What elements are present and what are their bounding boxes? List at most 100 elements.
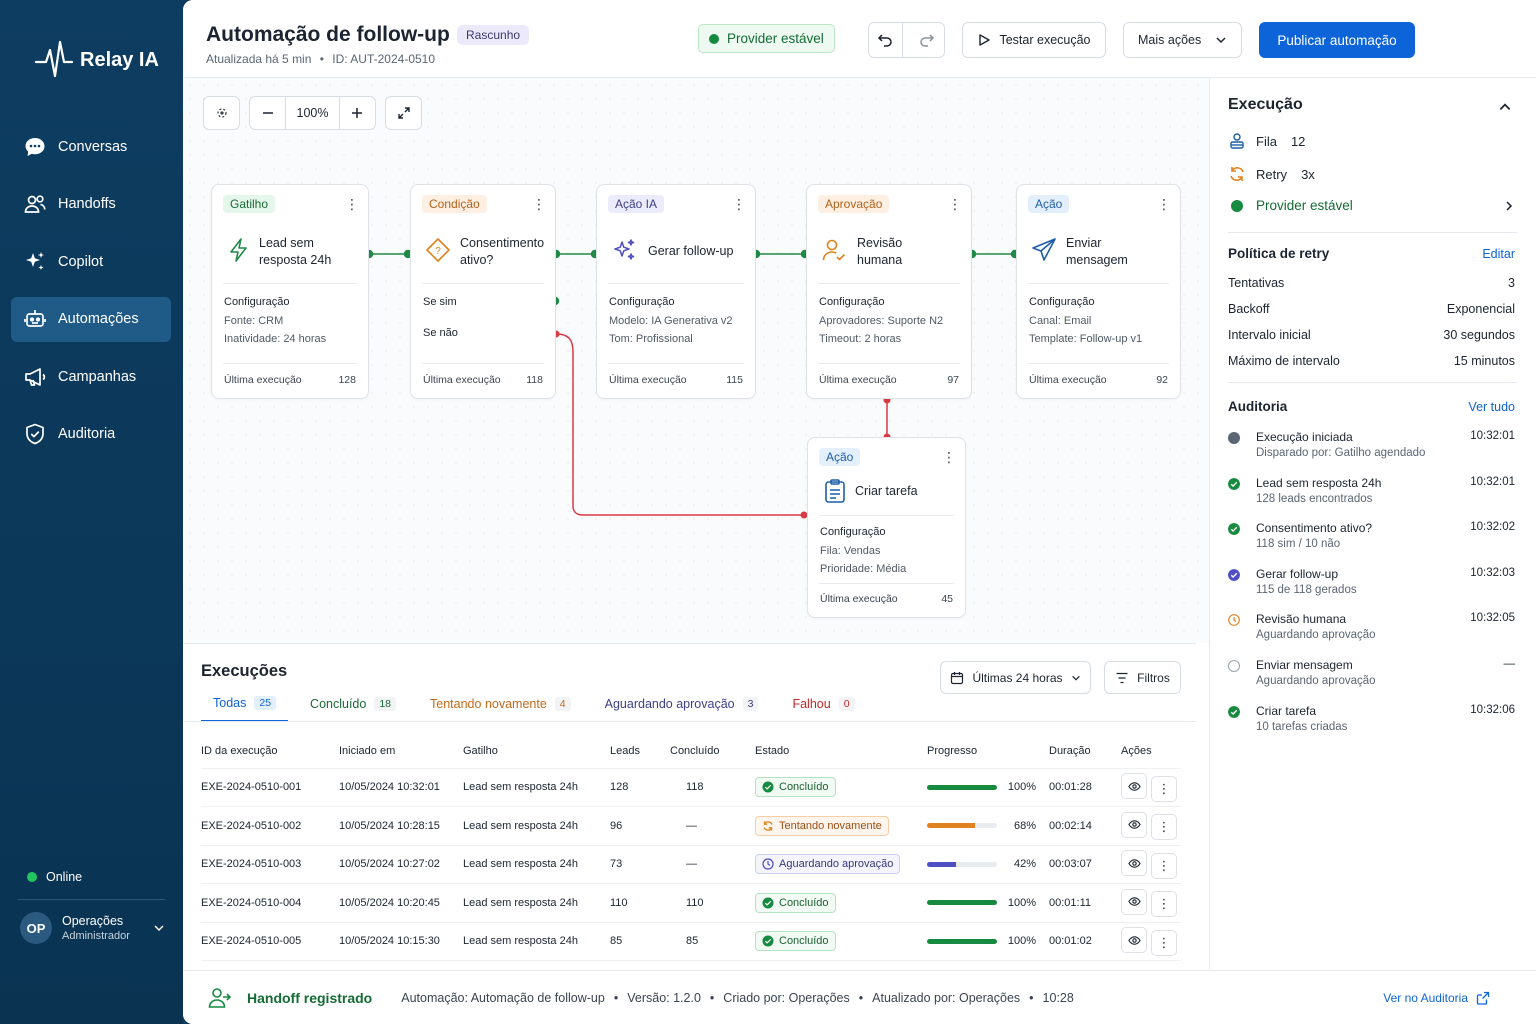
brand-logo[interactable]: Relay IA bbox=[34, 38, 159, 82]
row-menu-button[interactable]: ⋮ bbox=[1151, 891, 1177, 917]
check-circle-icon bbox=[1228, 705, 1240, 718]
chevron-up-icon[interactable] bbox=[1498, 100, 1512, 114]
test-execution-button[interactable]: Testar execução bbox=[962, 22, 1106, 58]
node-config: Configuração Fila: Vendas Prioridade: Médi… bbox=[820, 526, 907, 575]
filters-label: Filtros bbox=[1137, 670, 1170, 685]
audit-link[interactable]: Ver no Auditoria bbox=[1383, 991, 1490, 1005]
eye-icon bbox=[1127, 935, 1141, 945]
flow-canvas[interactable]: 100% Gatilho ⋮ Lead sem resposta 24h Con… bbox=[183, 78, 1209, 643]
audit-item[interactable]: Criar tarefa 10 tarefas criadas 10:32:06 bbox=[1228, 704, 1515, 744]
row-menu-button[interactable]: ⋮ bbox=[1151, 814, 1177, 840]
redo-button[interactable] bbox=[911, 23, 944, 57]
audit-item[interactable]: Revisão humana Aguardando aprovação 10:32:… bbox=[1228, 612, 1515, 652]
play-icon bbox=[979, 34, 991, 46]
audit-item[interactable]: Execução iniciada Disparado por: Gatilho … bbox=[1228, 430, 1515, 470]
refresh-icon bbox=[1230, 167, 1244, 181]
view-button[interactable] bbox=[1121, 773, 1147, 799]
main-area: Automação de follow-up Rascunho Atualiza… bbox=[183, 0, 1536, 1024]
publish-button[interactable]: Publicar automação bbox=[1259, 22, 1415, 58]
tab-2[interactable]: Tentando novamente 4 bbox=[418, 694, 583, 722]
cell-id: EXE-2024-0510-003 bbox=[201, 845, 339, 884]
cell-state: Concluído bbox=[755, 768, 927, 807]
cell-actions: ⋮ bbox=[1121, 883, 1181, 923]
audit-detail: Aguardando aprovação bbox=[1256, 629, 1376, 642]
nav-item-automacoes[interactable]: Automações bbox=[11, 296, 171, 342]
cell-leads: 96 bbox=[610, 806, 670, 846]
nav-label: Handoffs bbox=[58, 196, 116, 212]
tab-3[interactable]: Aguardando aprovação 3 bbox=[593, 694, 771, 722]
see-all-audit-link[interactable]: Ver tudo bbox=[1468, 400, 1515, 414]
row-menu-button[interactable]: ⋮ bbox=[1151, 775, 1177, 802]
tab-0[interactable]: Todas 25 bbox=[201, 694, 289, 722]
executions-table: ID da execução Iniciado em Gatilho Leads Con… bbox=[201, 734, 1181, 961]
column-header: Duração bbox=[1049, 734, 1121, 769]
view-button[interactable] bbox=[1121, 850, 1147, 876]
audit-item[interactable]: Lead sem resposta 24h 128 leads encontrad… bbox=[1228, 476, 1515, 516]
audit-item[interactable]: Consentimento ativo? 118 sim / 10 não 10:3… bbox=[1228, 521, 1515, 561]
flow-node-condition[interactable]: Condição ⋮ ? Consentimento ativo? Se sim … bbox=[410, 184, 556, 399]
table-row[interactable]: EXE-2024-0510-003 10/05/2024 10:27:02 Lead… bbox=[201, 845, 1181, 884]
table-row[interactable]: EXE-2024-0510-005 10/05/2024 10:15:30 Lead… bbox=[201, 922, 1181, 961]
audit-time: 10:32:05 bbox=[1470, 612, 1515, 625]
user-menu[interactable]: OP Operações Administrador bbox=[20, 912, 165, 944]
node-config: Configuração Canal: Email Template: Follow… bbox=[1029, 296, 1143, 345]
check-circle-icon bbox=[762, 897, 774, 909]
view-button[interactable] bbox=[1121, 888, 1147, 915]
flow-node-approval[interactable]: Aprovação ⋮ Revisão humana Configuração Ap… bbox=[806, 184, 972, 399]
node-menu-button[interactable]: ⋮ bbox=[732, 197, 746, 211]
flow-node-trigger[interactable]: Gatilho ⋮ Lead sem resposta 24h Configura… bbox=[211, 184, 369, 399]
table-row[interactable]: EXE-2024-0510-004 10/05/2024 10:20:45 Lead… bbox=[201, 883, 1181, 923]
node-menu-button[interactable]: ⋮ bbox=[1157, 197, 1171, 211]
separator: • bbox=[613, 990, 619, 1005]
nav-item-conversas[interactable]: Conversas bbox=[11, 124, 171, 169]
node-menu-button[interactable]: ⋮ bbox=[948, 197, 962, 211]
tab-label: Concluído bbox=[310, 697, 367, 711]
progress-fill bbox=[927, 784, 997, 790]
tab-count: 4 bbox=[554, 697, 571, 711]
flow-node-create-task[interactable]: Ação ⋮ Criar tarefa Configuração Fila: Ve… bbox=[807, 437, 966, 618]
audit-item[interactable]: Enviar mensagem Aguardando aprovação — bbox=[1228, 658, 1515, 698]
nav-item-handoffs[interactable]: Handoffs bbox=[11, 182, 171, 227]
flow-node-ai-action[interactable]: Ação IA ⋮ Gerar follow-up Configuração Mo… bbox=[596, 184, 756, 399]
nav-item-copilot[interactable]: Copilot bbox=[11, 239, 171, 284]
cell-progress: 42% bbox=[927, 845, 1049, 884]
online-status: Online bbox=[27, 870, 82, 884]
time-range-dropdown[interactable]: Últimas 24 horas bbox=[940, 661, 1091, 694]
more-actions-dropdown[interactable]: Mais ações bbox=[1123, 22, 1242, 58]
table-row[interactable]: EXE-2024-0510-002 10/05/2024 10:28:15 Lead… bbox=[201, 806, 1181, 846]
user-check-icon bbox=[822, 239, 846, 261]
chat-bubble-icon bbox=[25, 137, 45, 156]
nav-item-campanhas[interactable]: Campanhas bbox=[11, 354, 171, 399]
view-button[interactable] bbox=[1121, 927, 1147, 953]
online-label: Online bbox=[46, 870, 83, 884]
undo-button[interactable] bbox=[869, 23, 903, 57]
page-title: Automação de follow-up bbox=[206, 23, 450, 46]
node-menu-button[interactable]: ⋮ bbox=[345, 197, 359, 211]
divider bbox=[819, 583, 954, 584]
tab-count: 18 bbox=[374, 697, 397, 711]
row-menu-button[interactable]: ⋮ bbox=[1151, 852, 1177, 879]
provider-status-badge: Provider estável bbox=[698, 24, 835, 53]
provider-row[interactable]: Provider estável bbox=[1228, 198, 1515, 213]
retry-row: Retry 3x bbox=[1228, 165, 1315, 183]
edit-policy-link[interactable]: Editar bbox=[1482, 247, 1515, 261]
clipboard-icon bbox=[825, 479, 845, 503]
column-header: ID da execução bbox=[201, 734, 339, 769]
nav-item-auditoria[interactable]: Auditoria bbox=[11, 412, 171, 457]
audit-item[interactable]: Gerar follow-up 115 de 118 gerados 10:32:0… bbox=[1228, 567, 1515, 607]
progress-bar bbox=[927, 900, 997, 906]
main-nav: Conversas Handoffs Copilot Automações Ca… bbox=[11, 124, 171, 469]
eye-icon bbox=[1127, 897, 1141, 906]
tab-1[interactable]: Concluído 18 bbox=[298, 694, 408, 722]
queue-value: 12 bbox=[1290, 133, 1306, 149]
filters-button[interactable]: Filtros bbox=[1104, 661, 1181, 694]
cell-leads: 110 bbox=[610, 883, 670, 923]
node-menu-button[interactable]: ⋮ bbox=[532, 197, 546, 211]
flow-node-send-message[interactable]: Ação ⋮ Enviar mensagem Configuração Canal:… bbox=[1016, 184, 1181, 399]
table-row[interactable]: EXE-2024-0510-001 10/05/2024 10:32:01 Lead… bbox=[201, 768, 1181, 807]
publish-label: Publicar automação bbox=[1277, 32, 1397, 48]
row-menu-button[interactable]: ⋮ bbox=[1151, 929, 1177, 956]
node-menu-button[interactable]: ⋮ bbox=[942, 450, 956, 464]
view-button[interactable] bbox=[1121, 811, 1147, 838]
tab-4[interactable]: Falhou 0 bbox=[780, 694, 866, 722]
